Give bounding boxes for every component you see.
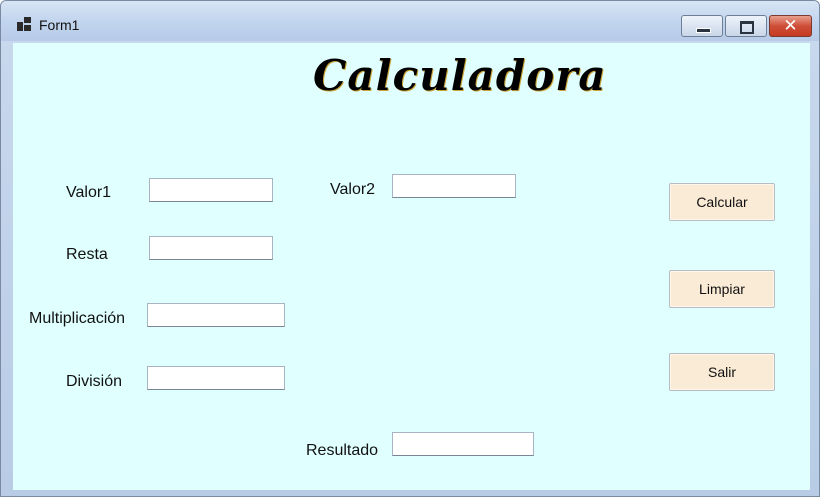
title-bar[interactable]: Form1 ✕ — [1, 1, 819, 41]
app-icon — [17, 17, 31, 31]
app-window: Form1 ✕ Calculadora Valor1 Valor2 Resta … — [0, 0, 820, 497]
resta-label: Resta — [66, 246, 108, 263]
limpiar-button[interactable]: Limpiar — [669, 270, 775, 308]
valor2-input[interactable] — [392, 174, 516, 198]
window-title: Form1 — [39, 17, 80, 33]
maximize-button[interactable] — [725, 15, 767, 37]
multiplicacion-label: Multiplicación — [29, 310, 126, 327]
calcular-button[interactable]: Calcular — [669, 183, 775, 221]
valor2-label: Valor2 — [330, 181, 376, 198]
resultado-label: Resultado — [306, 442, 379, 459]
resta-input[interactable] — [149, 236, 273, 260]
minimize-icon — [696, 28, 711, 33]
division-input[interactable] — [147, 366, 285, 390]
resultado-input[interactable] — [392, 432, 534, 456]
close-icon: ✕ — [783, 16, 798, 36]
minimize-button[interactable] — [681, 15, 723, 37]
form-client-area: Calculadora Valor1 Valor2 Resta Multipli… — [13, 43, 810, 490]
valor1-label: Valor1 — [66, 184, 112, 201]
salir-button[interactable]: Salir — [669, 353, 775, 391]
division-label: División — [66, 373, 123, 390]
form-heading: Calculadora — [313, 51, 607, 100]
close-button[interactable]: ✕ — [769, 15, 812, 37]
multiplicacion-input[interactable] — [147, 303, 285, 327]
maximize-icon — [740, 21, 754, 34]
valor1-input[interactable] — [149, 178, 273, 202]
